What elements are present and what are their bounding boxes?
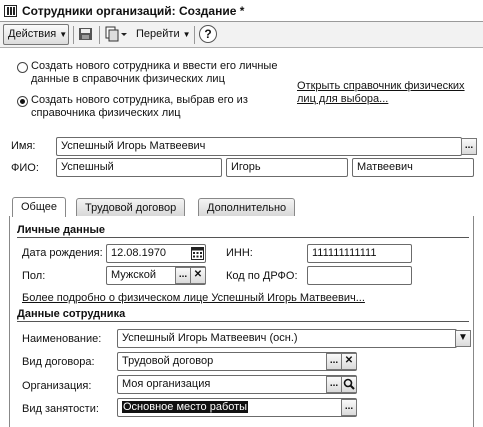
fio-label: ФИО: (11, 162, 39, 174)
last-name-field[interactable]: Успешный (56, 158, 222, 177)
select-ellipsis-icon[interactable]: ... (326, 376, 342, 393)
section-divider (17, 321, 469, 322)
window-titlebar: Сотрудники организаций: Создание * (0, 0, 483, 22)
tab-additional[interactable]: Дополнительно (198, 198, 296, 217)
organization-field[interactable]: Моя организация (117, 375, 357, 394)
name-label: Имя: (11, 140, 36, 152)
select-ellipsis-icon[interactable]: ... (341, 399, 357, 416)
toolbar: Действия ▼ Перейти ▼ ? (0, 22, 483, 48)
toolbar-separator (99, 26, 100, 44)
drfo-label: Код по ДРФО: (226, 270, 298, 282)
radio-create-new-label: Создать нового сотрудника и ввести его л… (31, 60, 278, 85)
toolbar-separator (73, 26, 74, 44)
create-based-on-icon[interactable] (105, 26, 127, 42)
inn-label: ИНН: (226, 247, 253, 259)
table-icon (4, 5, 17, 17)
first-name-field[interactable]: Игорь (226, 158, 348, 177)
section-employee-title: Данные сотрудника (17, 308, 126, 320)
select-ellipsis-icon[interactable]: ... (175, 267, 191, 284)
employment-type-field[interactable]: Основное место работы (117, 398, 357, 417)
open-directory-link[interactable]: Открыть справочник физических лиц для вы… (297, 80, 473, 106)
goto-label: Перейти (136, 28, 180, 40)
chevron-down-icon: ▼ (59, 30, 68, 39)
drfo-field[interactable] (307, 266, 412, 285)
window-title: Сотрудники организаций: Создание * (22, 4, 245, 18)
select-ellipsis-icon[interactable]: ... (461, 138, 477, 155)
save-disk-icon[interactable] (78, 26, 94, 42)
gender-label: Пол: (22, 270, 46, 282)
section-personal-title: Личные данные (17, 224, 105, 236)
actions-label: Действия (8, 28, 57, 40)
contract-type-field[interactable]: Трудовой договор (117, 352, 357, 371)
employee-name-field[interactable]: Успешный Игорь Матвеевич (осн.) (117, 329, 457, 348)
radio-select-existing[interactable] (17, 96, 28, 107)
calendar-icon[interactable] (191, 246, 204, 263)
patronymic-field[interactable]: Матвеевич (352, 158, 474, 177)
clear-x-icon[interactable]: ✕ (341, 353, 357, 370)
name-field[interactable]: Успешный Игорь Матвеевич (56, 137, 462, 156)
organization-label: Организация: (22, 380, 92, 392)
dropdown-arrow-icon[interactable]: ▼ (455, 330, 471, 347)
employment-type-value: Основное место работы (122, 401, 249, 413)
clear-x-icon[interactable]: ✕ (190, 267, 206, 284)
radio-create-new[interactable] (17, 62, 28, 73)
contract-type-label: Вид договора: (22, 356, 95, 368)
chevron-down-icon: ▼ (182, 30, 191, 39)
employee-name-label: Наименование: (22, 333, 102, 345)
birth-date-label: Дата рождения: (22, 247, 103, 259)
radio-select-existing-label: Создать нового сотрудника, выбрав его из… (31, 94, 248, 119)
goto-menu-button[interactable]: Перейти ▼ (136, 28, 191, 40)
actions-menu-button[interactable]: Действия ▼ (3, 24, 69, 45)
select-ellipsis-icon[interactable]: ... (326, 353, 342, 370)
employment-type-label: Вид занятости: (22, 403, 99, 415)
tab-general[interactable]: Общее (12, 197, 67, 217)
tab-labor-contract[interactable]: Трудовой договор (76, 198, 186, 217)
person-details-link[interactable]: Более подробно о физическом лице Успешны… (22, 292, 365, 305)
toolbar-separator (194, 26, 195, 44)
search-icon[interactable] (341, 376, 357, 393)
inn-field[interactable]: 111111111111 (307, 244, 412, 263)
section-divider (17, 237, 469, 238)
help-icon[interactable]: ? (199, 25, 217, 43)
